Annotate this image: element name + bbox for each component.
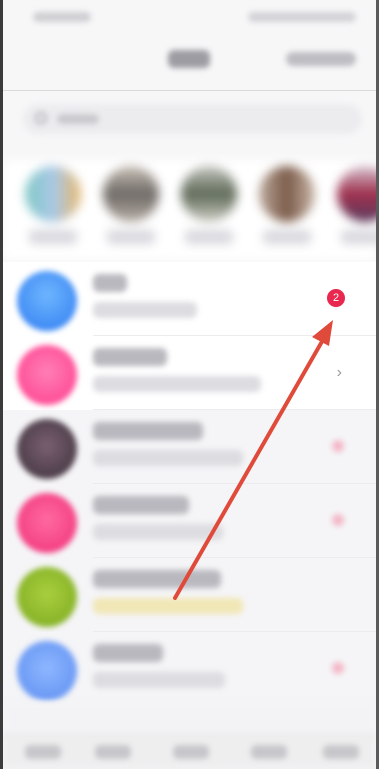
story-avatar[interactable]: [103, 166, 159, 222]
chat-row[interactable]: [3, 558, 376, 632]
avatar: [17, 493, 77, 553]
tab-bar: [3, 734, 376, 769]
story-label: [341, 230, 376, 244]
status-indicators-placeholder: [248, 12, 356, 22]
chat-row[interactable]: [3, 632, 376, 706]
chat-row[interactable]: 2: [3, 262, 376, 336]
avatar: [17, 567, 77, 627]
tab-item[interactable]: [25, 745, 61, 759]
chat-name-placeholder: [93, 496, 189, 514]
status-dot: [332, 514, 344, 526]
chat-preview-placeholder: [93, 302, 197, 318]
chat-row[interactable]: [3, 484, 376, 558]
status-time-placeholder: [33, 12, 91, 22]
story-label: [29, 230, 77, 244]
chat-preview-placeholder: [93, 524, 223, 540]
avatar: [17, 271, 77, 331]
chat-row[interactable]: [3, 410, 376, 484]
avatar-strip: [3, 160, 376, 260]
avatar: [17, 419, 77, 479]
chat-preview-placeholder: [93, 672, 225, 688]
chevron-right-icon: ›: [336, 364, 342, 381]
header-title-placeholder: [168, 50, 210, 68]
search-input[interactable]: [23, 104, 362, 134]
story-avatar[interactable]: [259, 166, 315, 222]
chat-name-placeholder: [93, 274, 127, 292]
chat-name-placeholder: [93, 348, 167, 366]
header-action-placeholder[interactable]: [286, 52, 356, 66]
status-dot: [332, 440, 344, 452]
story-avatar[interactable]: [181, 166, 237, 222]
chat-name-placeholder: [93, 570, 221, 588]
header-divider: [3, 90, 376, 91]
chat-row[interactable]: ›: [3, 336, 376, 410]
phone-screen: 2 ›: [0, 0, 379, 769]
footer-strip: [3, 702, 376, 734]
chat-name-placeholder: [93, 422, 203, 440]
chat-name-placeholder: [93, 644, 163, 662]
header-bar: [3, 40, 376, 80]
tab-item[interactable]: [323, 745, 359, 759]
tab-item[interactable]: [95, 745, 131, 759]
story-avatar[interactable]: [337, 166, 376, 222]
status-dot: [332, 662, 344, 674]
story-label: [263, 230, 311, 244]
tab-item[interactable]: [173, 745, 209, 759]
search-placeholder: [57, 114, 99, 124]
tab-item[interactable]: [251, 745, 287, 759]
chat-preview-placeholder: [93, 450, 243, 466]
story-label: [185, 230, 233, 244]
avatar: [17, 345, 77, 405]
search-icon: [35, 112, 47, 124]
chat-preview-placeholder: [93, 376, 261, 392]
status-bar: [3, 0, 376, 34]
story-avatar[interactable]: [25, 166, 81, 222]
unread-badge: 2: [326, 288, 346, 308]
chat-preview-placeholder: [93, 598, 243, 614]
story-label: [107, 230, 155, 244]
avatar: [17, 641, 77, 701]
